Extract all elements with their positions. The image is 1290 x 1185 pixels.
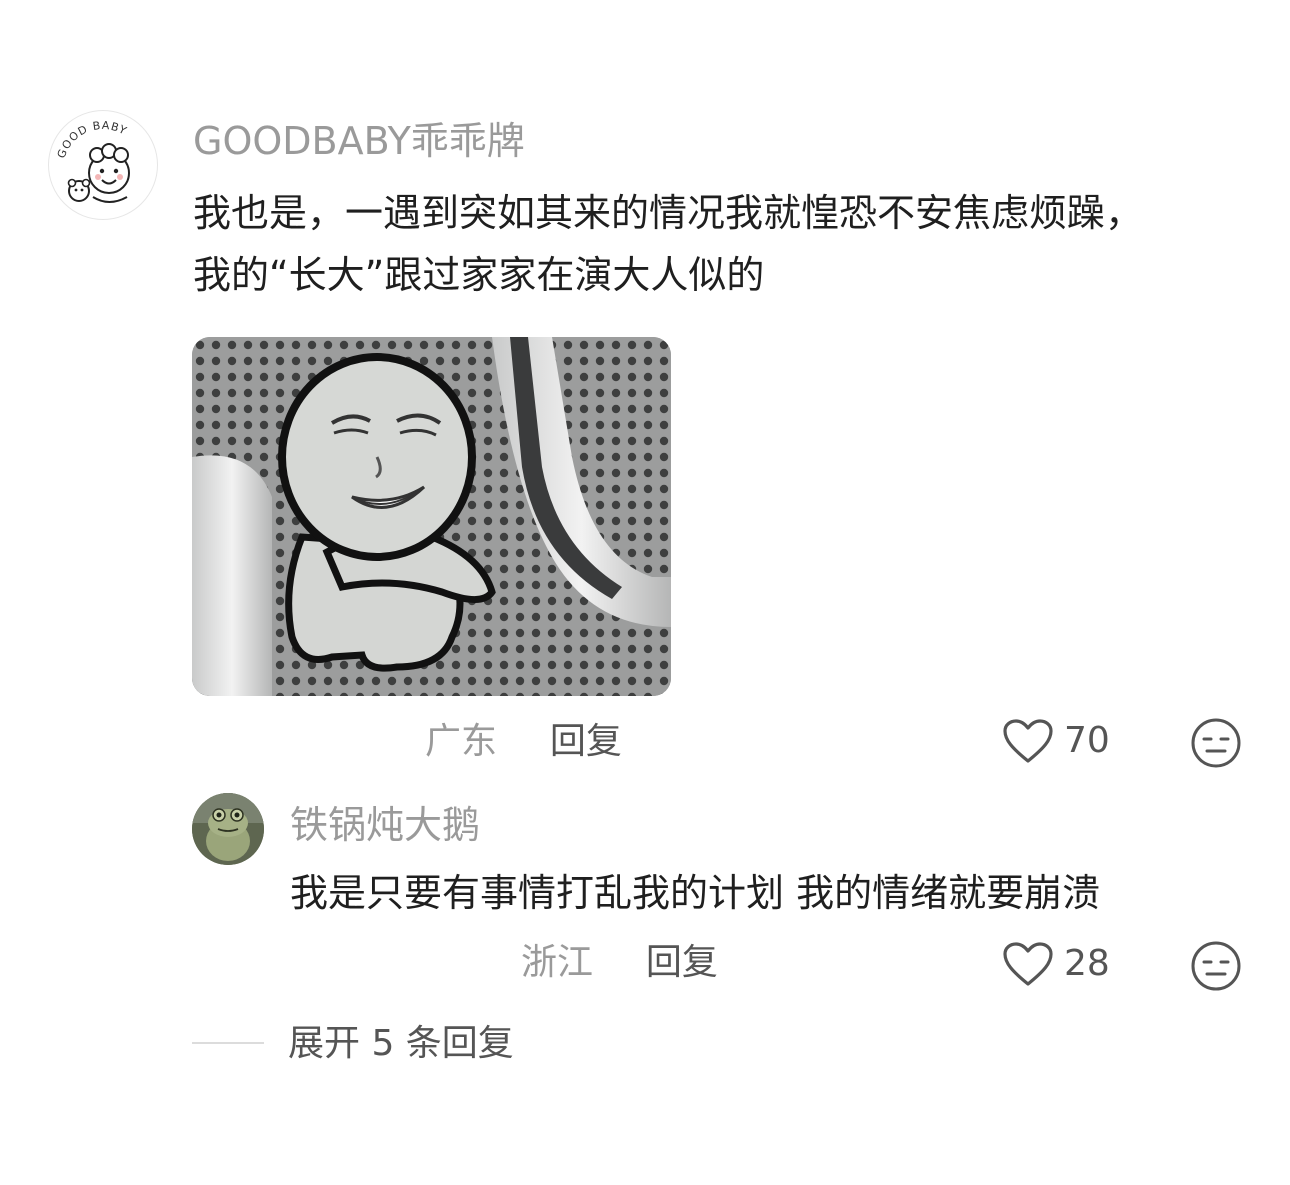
reply-avatar[interactable]	[192, 793, 264, 865]
comment-location: 广东	[425, 721, 498, 762]
reply-location: 浙江	[521, 942, 594, 983]
goodbaby-logo-icon: GOOD BABY	[55, 119, 130, 203]
comment-username[interactable]: GOODBABY乖乖牌	[193, 118, 525, 164]
reply-username[interactable]: 铁锅炖大鹅	[290, 802, 480, 848]
meh-face-icon[interactable]	[1190, 717, 1242, 769]
comment-text-line: 我的“长大”跟过家家在演大人似的	[193, 253, 765, 297]
user-avatar[interactable]: GOOD BABY	[48, 110, 158, 220]
meh-face-icon[interactable]	[1190, 940, 1242, 992]
reply-text: 我是只要有事情打乱我的计划 我的情绪就要崩溃	[290, 871, 1101, 915]
heart-outline-icon	[1003, 942, 1053, 986]
reply-like-button[interactable]: 28	[1002, 941, 1110, 987]
reply-meta: 浙江 回复	[521, 941, 718, 985]
comment-text: 我也是，一遇到突如其来的情况我就惶恐不安焦虑烦躁， 我的“长大”跟过家家在演大人…	[193, 182, 1253, 306]
frog-avatar-icon	[192, 793, 264, 865]
sticker-image[interactable]	[192, 337, 671, 696]
like-count: 70	[1064, 720, 1110, 761]
expand-replies-button[interactable]: 展开 5 条回复	[288, 1022, 514, 1066]
comment-meta: 广东 回复	[425, 720, 622, 764]
reply-button[interactable]: 回复	[550, 721, 622, 762]
heart-outline-icon	[1003, 719, 1053, 763]
reply-reply-button[interactable]: 回复	[646, 942, 718, 983]
expand-divider	[192, 1042, 264, 1044]
reply-like-count: 28	[1064, 943, 1110, 984]
like-button[interactable]: 70	[1002, 718, 1110, 764]
comment-text-line: 我也是，一遇到突如其来的情况我就惶恐不安焦虑烦躁，	[193, 191, 1144, 235]
